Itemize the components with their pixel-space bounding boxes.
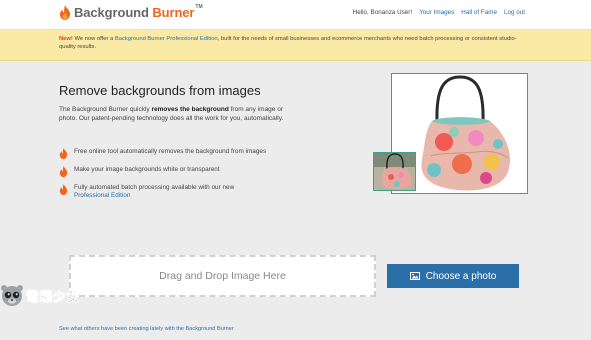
feature-item: Fully automated batch processing availab… xyxy=(59,184,299,200)
photo-icon xyxy=(409,272,420,280)
community-link[interactable]: See what others have been creating latel… xyxy=(59,326,234,332)
banner-text-before: We now offer a xyxy=(72,36,115,42)
logo[interactable]: Background Burner TM xyxy=(59,3,203,20)
trademark: TM xyxy=(195,3,203,10)
feature-list: Free online tool automatically removes t… xyxy=(59,148,299,207)
watermark-text: 電獺少女 xyxy=(26,289,81,304)
drop-zone[interactable]: Drag and Drop Image Here xyxy=(69,255,376,297)
intro-before: The Background Burner quickly xyxy=(59,106,152,113)
original-thumbnail[interactable] xyxy=(373,152,416,191)
new-label: New! xyxy=(59,36,73,42)
flame-icon xyxy=(59,166,68,177)
feature-text: Make your image backgrounds white or tra… xyxy=(74,166,220,173)
flame-icon xyxy=(59,184,68,195)
feature-item: Make your image backgrounds white or tra… xyxy=(59,166,299,177)
choose-photo-button[interactable]: Choose a photo xyxy=(387,264,519,288)
nav-hall-of-fame[interactable]: Hall of Fame xyxy=(461,9,497,16)
feature-text: Free online tool automatically removes t… xyxy=(74,148,267,155)
nav-your-images[interactable]: Your Images xyxy=(419,9,454,16)
watermark: 電獺少女 xyxy=(0,283,80,307)
choose-photo-label: Choose a photo xyxy=(425,270,497,282)
feature-professional-edition-link[interactable]: Professional Edition xyxy=(74,192,130,199)
feature-text: Fully automated batch processing availab… xyxy=(74,184,235,191)
nav-log-out[interactable]: Log out xyxy=(504,9,525,16)
promo-banner: New! We now offer a Background Burner Pr… xyxy=(0,30,591,61)
feature-item: Free online tool automatically removes t… xyxy=(59,148,299,159)
page-title: Remove backgrounds from images xyxy=(59,83,261,98)
intro-text: The Background Burner quickly removes th… xyxy=(59,106,291,123)
logo-text-part2: Burner xyxy=(152,5,195,20)
header-nav: Hello, Bonanza User! Your Images Hall of… xyxy=(353,9,525,16)
otter-icon xyxy=(1,285,23,306)
drop-zone-text: Drag and Drop Image Here xyxy=(159,270,286,282)
top-header: Background Burner TM Hello, Bonanza User… xyxy=(0,0,591,30)
intro-bold: removes the background xyxy=(151,106,229,113)
logo-text: Background Burner xyxy=(74,5,194,20)
feature-text-wrap: Fully automated batch processing availab… xyxy=(74,184,234,200)
user-greeting: Hello, Bonanza User! xyxy=(352,9,413,16)
professional-edition-link[interactable]: Background Burner Professional Edition xyxy=(115,36,218,42)
handbag-thumbnail-image xyxy=(374,153,415,190)
flame-icon xyxy=(60,5,70,20)
logo-text-part1: Background xyxy=(74,5,153,20)
flame-icon xyxy=(59,148,68,159)
